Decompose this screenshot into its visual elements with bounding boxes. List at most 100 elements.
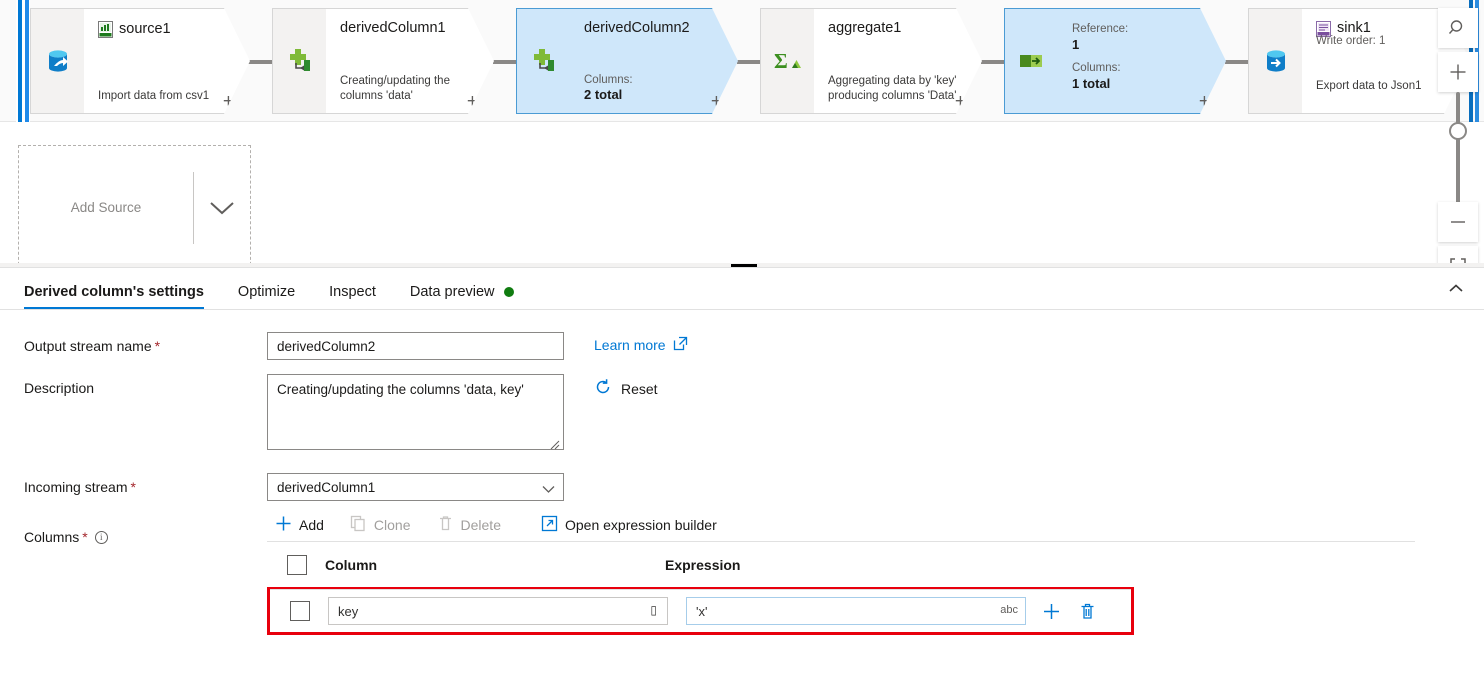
delete-label: Delete — [460, 517, 501, 533]
chevron-down-icon[interactable] — [194, 199, 250, 217]
description-label: Description — [24, 374, 267, 396]
node-aggregate1[interactable]: Σ aggregate1 Aggregating data by 'key' p… — [760, 8, 982, 114]
data-flow-canvas[interactable]: source1 Import data from csv1 + derivedC… — [0, 0, 1484, 268]
tab-derived-columns-settings[interactable]: Derived column's settings — [24, 284, 218, 309]
zoom-slider-thumb[interactable] — [1449, 122, 1467, 140]
node-derivedcolumn2-title: derivedColumn2 — [584, 21, 724, 37]
open-expression-builder-button[interactable]: Open expression builder — [533, 511, 729, 539]
zoom-out-minus-icon[interactable] — [1438, 202, 1478, 242]
splitter-grip[interactable] — [731, 264, 757, 267]
output-stream-name-input[interactable] — [267, 332, 564, 360]
node-source1-add-button[interactable]: + — [223, 92, 234, 111]
required-asterisk: * — [154, 338, 161, 354]
row-select-checkbox[interactable] — [290, 601, 310, 621]
node-kv-label-2: Columns: — [1072, 62, 1121, 75]
reset-button[interactable]: Reset — [594, 378, 658, 399]
column-name-cell: ▯ — [328, 597, 668, 625]
node-kv-value: 2 total — [584, 87, 623, 103]
description-row: Description Creating/updating the column… — [24, 374, 1484, 455]
label-text: Columns — [24, 529, 80, 545]
info-icon[interactable]: i — [94, 530, 108, 544]
copy-icon — [350, 515, 367, 535]
required-asterisk: * — [130, 479, 136, 495]
label-text: Output stream name — [24, 338, 152, 354]
node-derivedcolumn1-add-button[interactable]: + — [467, 92, 478, 111]
canvas-zoom-controls[interactable] — [1430, 0, 1484, 267]
node-source1[interactable]: source1 Import data from csv1 + — [30, 8, 250, 114]
node-source1-title: source1 — [98, 21, 236, 38]
select-all-checkbox[interactable] — [287, 554, 307, 575]
clone-column-button: Clone — [342, 511, 423, 539]
node-derivedcolumn2[interactable]: derivedColumn2 Columns: 2 total + — [516, 8, 738, 114]
columns-label: Columns * i — [24, 523, 267, 545]
expression-input[interactable] — [686, 597, 1026, 625]
tab-data-preview[interactable]: Data preview — [410, 284, 528, 309]
csv-file-icon — [98, 21, 113, 38]
learn-more-label: Learn more — [594, 337, 666, 353]
columns-table-header: Column Expression — [267, 541, 1415, 587]
tab-label: Inspect — [329, 284, 376, 300]
column-name-input[interactable] — [328, 597, 668, 625]
node-kv-value: 1 — [1072, 36, 1080, 52]
node-reference1-reference-info: Reference: 1 — [1072, 23, 1212, 52]
columns-toolbar[interactable]: Add Clone Delete Open expression builder — [267, 509, 1484, 541]
scrollbar-track-1 — [18, 0, 22, 122]
node-derivedcolumn1[interactable]: derivedColumn1 Creating/updating the col… — [272, 8, 494, 114]
trash-icon — [437, 515, 454, 535]
node-title-text: source1 — [119, 20, 171, 37]
node-aggregate1-add-button[interactable]: + — [955, 92, 966, 111]
node-kv-label: Reference: — [1072, 23, 1129, 35]
add-source-button[interactable]: Add Source — [18, 145, 251, 267]
table-row[interactable]: ▯ abc — [267, 587, 1134, 635]
chevron-up-icon[interactable] — [1442, 276, 1470, 300]
label-text: Incoming stream — [24, 479, 128, 495]
node-reference1-add-button[interactable]: + — [1199, 92, 1210, 111]
canvas-horizontal-scrollbar-left[interactable] — [16, 0, 30, 122]
node-title-text: aggregate1 — [828, 20, 902, 36]
label-text: Description — [24, 380, 95, 396]
search-icon[interactable] — [1438, 8, 1478, 48]
data-preview-status-dot — [503, 287, 514, 297]
incoming-stream-row: Incoming stream * derivedColumn1 — [24, 473, 1484, 501]
description-textarea[interactable]: Creating/updating the columns 'data, key… — [267, 374, 564, 450]
node-aggregate1-title: aggregate1 — [828, 21, 968, 37]
add-column-button[interactable]: Add — [267, 511, 336, 539]
node-reference1[interactable]: Reference: 1 Columns: 1 total + — [1004, 8, 1226, 114]
delete-column-button: Delete — [429, 511, 513, 539]
plus-icon — [275, 515, 292, 535]
scrollbar-track-2 — [25, 0, 29, 122]
columns-table: Column Expression ▯ abc — [267, 541, 1415, 635]
zoom-in-plus-icon[interactable] — [1438, 52, 1478, 92]
reset-container: Reset — [594, 374, 658, 399]
svg-text:Σ: Σ — [774, 49, 788, 73]
tab-label: Optimize — [237, 284, 296, 300]
node-reference1-columns-info: Columns: 1 total — [1072, 62, 1212, 91]
add-label: Add — [299, 517, 324, 533]
required-asterisk: * — [82, 529, 88, 545]
node-title-text: derivedColumn2 — [584, 20, 690, 36]
tab-optimize[interactable]: Optimize — [238, 284, 309, 309]
learn-more-link[interactable]: Learn more — [594, 336, 688, 354]
node-derivedcolumn2-columns-info: Columns: 2 total — [584, 74, 724, 103]
tab-label: Derived column's settings — [24, 284, 204, 300]
external-link-icon — [541, 515, 558, 535]
zoom-slider-track[interactable] — [1456, 92, 1460, 204]
node-derivedcolumn2-add-button[interactable]: + — [711, 92, 722, 111]
add-row-plus-icon[interactable] — [1040, 600, 1062, 622]
settings-tab-bar[interactable]: Derived column's settings Optimize Inspe… — [0, 268, 1484, 310]
node-derivedcolumn1-subtitle: Creating/updating the columns 'data' — [340, 75, 450, 102]
reset-label: Reset — [621, 380, 658, 397]
source-database-icon — [30, 8, 84, 114]
exists-arrow-icon — [1004, 8, 1058, 114]
aggregate-sigma-icon: Σ — [760, 8, 814, 114]
node-aggregate1-subtitle: Aggregating data by 'key' producing colu… — [828, 75, 957, 102]
delete-row-trash-icon[interactable] — [1076, 600, 1098, 622]
node-title-text: derivedColumn1 — [340, 20, 446, 36]
incoming-stream-selected-value: derivedColumn1 — [277, 479, 376, 495]
clone-label: Clone — [373, 517, 411, 533]
tab-inspect[interactable]: Inspect — [329, 284, 390, 309]
learn-more-container: Learn more — [594, 332, 688, 354]
incoming-stream-select[interactable]: derivedColumn1 — [267, 473, 564, 501]
derived-column-icon — [272, 8, 326, 114]
node-kv-label: Columns: — [584, 73, 633, 86]
